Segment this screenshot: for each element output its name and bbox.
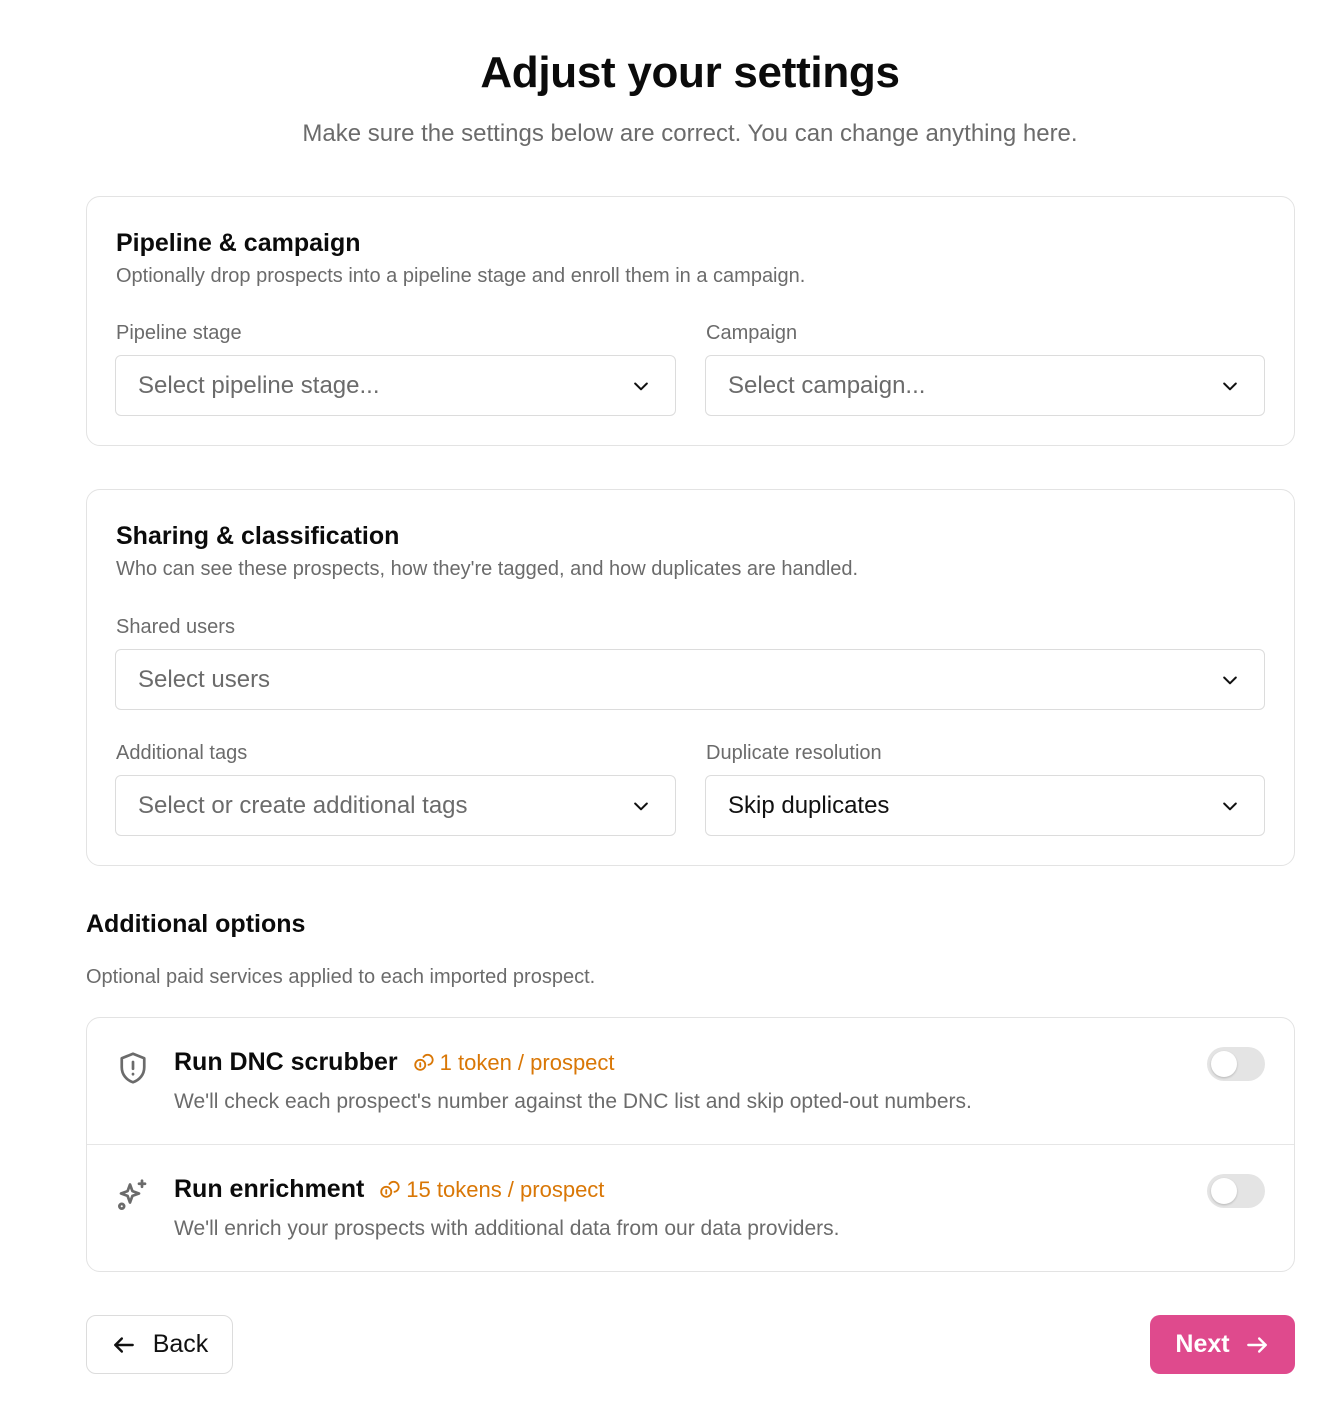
shield-alert-icon — [115, 1050, 151, 1086]
shared-users-placeholder: Select users — [138, 665, 271, 693]
additional-tags-placeholder: Select or create additional tags — [138, 791, 468, 819]
dnc-scrubber-cost-label: 1 token / prospect — [439, 1049, 615, 1075]
toggle-knob — [1211, 1178, 1237, 1204]
back-button-label: Back — [152, 1330, 209, 1358]
enrichment-cost: 15 tokens / prospect — [378, 1177, 604, 1203]
additional-options-description: Optional paid services applied to each i… — [86, 966, 596, 988]
chevron-down-icon — [629, 794, 653, 818]
enrichment-title: Run enrichment — [174, 1175, 365, 1203]
duplicate-resolution-value: Skip duplicates — [728, 791, 890, 819]
page-subtitle: Make sure the settings below are correct… — [302, 120, 1078, 147]
dnc-scrubber-title: Run DNC scrubber — [174, 1048, 398, 1076]
additional-options-title: Additional options — [86, 910, 306, 938]
sharing-card-title: Sharing & classification — [116, 522, 400, 550]
enrichment-toggle[interactable] — [1207, 1174, 1265, 1208]
shared-users-select[interactable]: Select users — [115, 649, 1265, 710]
sparkles-icon — [115, 1177, 151, 1213]
additional-options-card: Run DNC scrubber 1 token / prospect We'l… — [86, 1017, 1295, 1272]
page-title: Adjust your settings — [480, 48, 900, 97]
additional-tags-label: Additional tags — [116, 742, 248, 764]
enrichment-cost-label: 15 tokens / prospect — [406, 1176, 605, 1202]
next-button-label: Next — [1175, 1330, 1230, 1358]
dnc-scrubber-description: We'll check each prospect's number again… — [174, 1090, 972, 1113]
option-dnc-scrubber: Run DNC scrubber 1 token / prospect We'l… — [87, 1018, 1294, 1145]
next-button[interactable]: Next — [1150, 1315, 1295, 1374]
chevron-down-icon — [1218, 374, 1242, 398]
option-enrichment: Run enrichment 15 tokens / prospect We'l… — [87, 1145, 1294, 1272]
campaign-label: Campaign — [706, 322, 798, 344]
arrow-left-icon — [113, 1336, 134, 1353]
pipeline-stage-placeholder: Select pipeline stage... — [138, 371, 380, 399]
chevron-down-icon — [1218, 668, 1242, 692]
pipeline-campaign-card: Pipeline & campaign Optionally drop pros… — [86, 196, 1295, 446]
chevron-down-icon — [1218, 794, 1242, 818]
duplicate-resolution-label: Duplicate resolution — [706, 742, 882, 764]
duplicate-resolution-select[interactable]: Skip duplicates — [705, 775, 1265, 836]
campaign-select[interactable]: Select campaign... — [705, 355, 1265, 416]
dnc-scrubber-cost: 1 token / prospect — [412, 1050, 615, 1076]
enrichment-description: We'll enrich your prospects with additio… — [174, 1217, 840, 1240]
coins-icon — [413, 1053, 434, 1071]
sharing-classification-card: Sharing & classification Who can see the… — [86, 489, 1295, 866]
pipeline-stage-label: Pipeline stage — [116, 322, 242, 344]
chevron-down-icon — [629, 374, 653, 398]
additional-tags-select[interactable]: Select or create additional tags — [115, 775, 676, 836]
toggle-knob — [1211, 1051, 1237, 1077]
pipeline-stage-select[interactable]: Select pipeline stage... — [115, 355, 676, 416]
shared-users-label: Shared users — [116, 616, 235, 638]
coins-icon — [380, 1180, 400, 1198]
sharing-card-description: Who can see these prospects, how they're… — [116, 558, 859, 580]
arrow-right-icon — [1246, 1336, 1267, 1353]
campaign-placeholder: Select campaign... — [728, 371, 926, 399]
pipeline-card-title: Pipeline & campaign — [116, 229, 361, 257]
dnc-scrubber-toggle[interactable] — [1207, 1047, 1265, 1081]
back-button[interactable]: Back — [86, 1315, 233, 1374]
pipeline-card-description: Optionally drop prospects into a pipelin… — [116, 265, 806, 287]
